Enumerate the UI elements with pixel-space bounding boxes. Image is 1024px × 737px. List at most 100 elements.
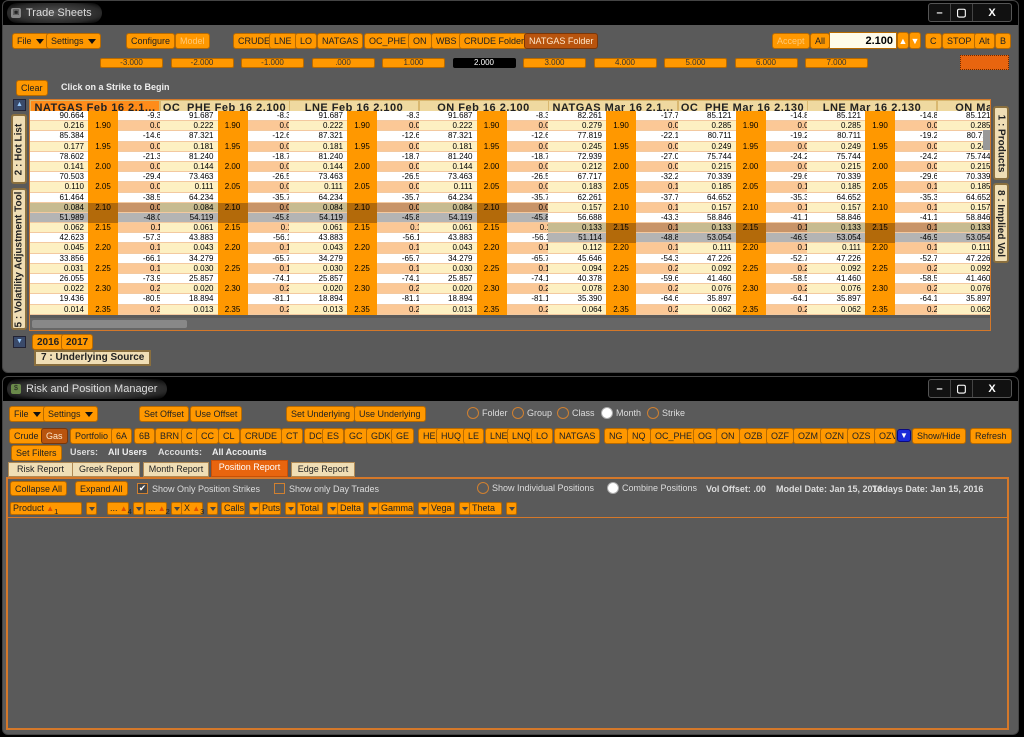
strike-cell[interactable] xyxy=(347,131,377,142)
strike-cell[interactable]: 2.20 xyxy=(606,243,636,254)
call-price-cell[interactable]: 0.181 xyxy=(159,141,218,152)
strike-cell[interactable]: 2.00 xyxy=(735,161,766,173)
strike-cell[interactable] xyxy=(606,151,636,162)
call-price-cell[interactable]: 0.013 xyxy=(418,304,477,315)
close-button[interactable]: X xyxy=(973,380,1011,397)
strike-cell[interactable]: 2.00 xyxy=(217,161,248,173)
b-button[interactable]: B xyxy=(995,33,1012,49)
call-price-cell[interactable]: 0.043 xyxy=(418,243,477,254)
strike-cell[interactable]: 2.05 xyxy=(347,182,377,193)
scroll-down-button[interactable]: ▼ xyxy=(13,336,26,348)
column-header-delta[interactable]: Delta xyxy=(337,502,364,515)
strike-cell[interactable]: 2.05 xyxy=(865,182,895,193)
product-filter-crude[interactable]: CRUDE xyxy=(240,428,283,444)
strike-cell[interactable]: 1.90 xyxy=(735,121,766,132)
call-price-cell[interactable]: 0.133 xyxy=(677,223,736,234)
strike-cell[interactable]: 2.15 xyxy=(217,223,248,234)
horizontal-scrollbar[interactable] xyxy=(30,318,990,330)
call-price-cell[interactable]: 0.111 xyxy=(807,243,865,254)
strike-cell[interactable]: 2.25 xyxy=(347,263,377,274)
call-value-cell[interactable]: 45.646 xyxy=(548,253,606,264)
call-value-cell[interactable]: 43.883 xyxy=(159,233,218,244)
call-price-cell[interactable]: 0.084 xyxy=(30,202,88,213)
strike-cell[interactable]: 2.25 xyxy=(476,263,507,274)
call-value-cell[interactable]: 40.378 xyxy=(548,274,606,285)
strike-cell[interactable] xyxy=(347,111,377,122)
call-price-cell[interactable]: 0.020 xyxy=(289,284,347,295)
column-filter-dropdown-icon[interactable] xyxy=(86,502,97,515)
group-by-month-radio[interactable]: Month xyxy=(601,407,641,419)
strike-cell[interactable]: 2.15 xyxy=(606,223,636,234)
tab-position-report[interactable]: Position Report xyxy=(211,460,288,477)
strike-cell[interactable]: 1.95 xyxy=(865,141,895,152)
call-value-cell[interactable]: 33.856 xyxy=(30,253,88,264)
strike-cell[interactable]: 1.90 xyxy=(88,121,118,132)
product-filter-gas[interactable]: Gas xyxy=(41,428,68,444)
strike-cell[interactable] xyxy=(88,111,118,122)
call-price-cell[interactable]: 0.084 xyxy=(289,202,347,213)
stop-button[interactable]: STOP xyxy=(942,33,977,49)
call-value-cell[interactable]: 51.989 xyxy=(30,212,88,224)
call-price-cell[interactable]: 0.133 xyxy=(548,223,606,234)
call-value-cell[interactable]: 25.857 xyxy=(289,274,347,285)
product-filter-6a[interactable]: 6A xyxy=(111,428,133,444)
strike-cell[interactable] xyxy=(88,274,118,285)
show-only-day-trades-checkbox[interactable]: Show only Day Trades xyxy=(274,483,379,494)
column-header-gamma[interactable]: Gamma xyxy=(378,502,414,515)
group-by-folder-radio[interactable]: Folder xyxy=(467,407,508,419)
product-button-on[interactable]: ON xyxy=(408,33,432,49)
product-filter-ozn[interactable]: OZN xyxy=(820,428,849,444)
strike-cell[interactable]: 2.20 xyxy=(347,243,377,254)
strike-cell[interactable]: 2.30 xyxy=(347,284,377,295)
strike-cell[interactable]: 2.15 xyxy=(88,223,118,234)
strike-cell[interactable]: 1.95 xyxy=(606,141,636,152)
strike-cell[interactable] xyxy=(476,233,507,244)
set-offset-button[interactable]: Set Offset xyxy=(139,406,189,422)
minimize-button[interactable]: – xyxy=(929,4,951,21)
strike-cell[interactable] xyxy=(88,131,118,142)
call-price-cell[interactable]: 0.043 xyxy=(159,243,218,254)
refresh-button[interactable]: Refresh xyxy=(970,428,1012,444)
call-value-cell[interactable]: 91.687 xyxy=(418,111,477,122)
strike-cell[interactable]: 2.15 xyxy=(476,223,507,234)
strike-cell[interactable]: 2.30 xyxy=(735,284,766,295)
set-filters-button[interactable]: Set Filters xyxy=(11,445,62,461)
call-price-cell[interactable]: 0.013 xyxy=(289,304,347,315)
call-value-cell[interactable]: 70.339 xyxy=(807,172,865,183)
call-value-cell[interactable]: 64.652 xyxy=(677,192,736,203)
product-button-lne[interactable]: LNE xyxy=(269,33,297,49)
strike-cell[interactable]: 2.25 xyxy=(217,263,248,274)
strike-cell[interactable]: 2.25 xyxy=(88,263,118,274)
strike-cell[interactable] xyxy=(347,233,377,244)
strike-cell[interactable]: 2.00 xyxy=(347,161,377,173)
call-value-cell[interactable]: 53.054 xyxy=(936,233,990,244)
strike-cell[interactable] xyxy=(476,151,507,162)
call-price-cell[interactable]: 0.215 xyxy=(677,161,736,173)
strike-cell[interactable]: 2.15 xyxy=(735,223,766,234)
call-price-cell[interactable]: 0.285 xyxy=(677,121,736,132)
call-value-cell[interactable]: 56.688 xyxy=(548,212,606,224)
call-value-cell[interactable]: 54.119 xyxy=(289,212,347,224)
call-price-cell[interactable]: 0.181 xyxy=(289,141,347,152)
call-value-cell[interactable]: 87.321 xyxy=(289,131,347,142)
call-value-cell[interactable]: 81.240 xyxy=(289,151,347,162)
call-price-cell[interactable]: 0.076 xyxy=(936,284,990,295)
strike-cell[interactable] xyxy=(865,274,895,285)
strike-cell[interactable]: 2.10 xyxy=(606,202,636,213)
strike-offset-button[interactable]: 3.000 xyxy=(523,58,586,68)
title-bar[interactable]: ▣ Trade Sheets – ▢ X xyxy=(3,1,1018,25)
combine-positions-radio[interactable]: Combine Positions xyxy=(607,482,697,494)
strike-cell[interactable]: 1.95 xyxy=(735,141,766,152)
strike-cell[interactable]: 2.35 xyxy=(606,304,636,315)
strike-cell[interactable]: 2.30 xyxy=(88,284,118,295)
call-price-cell[interactable]: 0.177 xyxy=(30,141,88,152)
strike-offset-button[interactable]: 4.000 xyxy=(593,58,657,68)
strike-cell[interactable]: 2.10 xyxy=(88,202,118,213)
call-price-cell[interactable]: 0.020 xyxy=(418,284,477,295)
product-filter-ct[interactable]: CT xyxy=(281,428,303,444)
strike-offset-button[interactable]: -2.000 xyxy=(170,58,234,68)
call-value-cell[interactable]: 85.384 xyxy=(30,131,88,142)
strike-cell[interactable] xyxy=(88,172,118,183)
maximize-button[interactable]: ▢ xyxy=(951,4,973,21)
strike-cell[interactable] xyxy=(606,274,636,285)
